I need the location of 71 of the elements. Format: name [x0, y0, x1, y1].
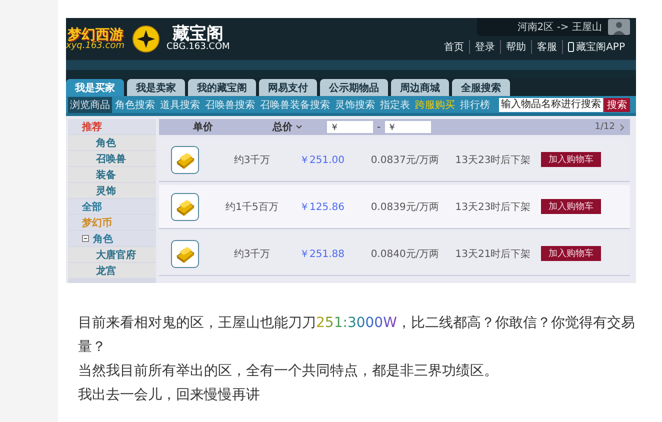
sidebar-label: 角色 [93, 232, 113, 246]
post-paragraph: 当然我目前所有举出的区，全有一个共同特点，都是非三界功绩区。 [78, 362, 499, 381]
site-url: xyq.163.com [66, 42, 124, 50]
sub-nav-link[interactable]: 召唤兽搜索 [203, 96, 257, 112]
phone-icon [568, 42, 574, 52]
search-button[interactable]: 搜索 [604, 98, 630, 112]
app-label: 藏宝阁APP [576, 40, 625, 54]
input-field[interactable]: ￥ [384, 121, 431, 133]
table-cell-text: ￥125.86 [298, 200, 346, 214]
input-field[interactable]: ￥ [327, 121, 373, 133]
table-cell-text: 约3千万 [232, 248, 272, 260]
sidebar-item[interactable]: 灵饰 [68, 183, 156, 198]
sub-nav-link[interactable]: 召唤兽装备搜索 [258, 96, 332, 112]
sub-nav-link[interactable]: 指定表 [378, 96, 412, 112]
sidebar-item[interactable]: 全部 [68, 199, 156, 214]
nav-tab[interactable]: 全服搜索 [452, 79, 510, 96]
add-to-cart-button[interactable]: 加入购物车 [541, 199, 601, 214]
sidebar-item[interactable]: 推荐 [68, 119, 156, 134]
table-cell-text: ￥251.00 [298, 154, 346, 166]
header-link[interactable]: 首页 [439, 40, 470, 54]
server-name: 河南2区 -> 王屋山 [517, 20, 602, 34]
post-paragraph: 目前来看相对鬼的区，王屋山也能刀刀251:3000W，比二线都高？你敢信？你觉得有交易量？ [78, 314, 636, 357]
site-domain: CBG.163.COM [166, 43, 230, 52]
sidebar-item[interactable]: 大唐官府 [68, 247, 156, 262]
add-to-cart-button[interactable]: 加入购物车 [541, 246, 601, 261]
header-link[interactable]: 帮助 [500, 40, 532, 54]
table-cell-text: 0.0839元/万两 [370, 200, 440, 214]
sub-nav-link[interactable]: 灵饰搜索 [333, 96, 377, 112]
sidebar-item[interactable]: 龙宫 [68, 263, 156, 278]
add-to-cart-button[interactable]: 加入购物车 [541, 152, 601, 167]
sub-nav-link[interactable]: 角色搜索 [113, 96, 157, 112]
page-counter: 1/12 [594, 122, 615, 132]
nav-tab[interactable]: 我是卖家 [127, 79, 185, 96]
avatar-icon [608, 19, 630, 35]
nav-tab[interactable]: 周边商城 [391, 79, 449, 96]
column-header[interactable]: 总价 [247, 120, 327, 134]
game-logo: 梦幻西游 [67, 28, 124, 42]
range-dash: - [377, 122, 381, 132]
post-paragraph: 我出去一会儿，回来慢慢再讲 [78, 386, 261, 405]
table-cell-text: 13天23时后下架 [454, 154, 532, 166]
caret-icon [296, 125, 302, 129]
nav-tab[interactable]: 公示期物品 [320, 79, 388, 96]
brand-name: 藏宝阁 [172, 26, 224, 43]
sub-nav-link[interactable]: 浏览商品 [68, 96, 112, 112]
table-cell-text: 13天23时后下架 [454, 200, 532, 214]
collapse-icon[interactable] [82, 235, 89, 242]
sub-nav-link[interactable]: 排行榜 [458, 96, 492, 112]
column-label: 总价 [272, 120, 292, 134]
header-link[interactable]: 客服 [531, 40, 562, 54]
ingot-icon [171, 146, 199, 174]
ingot-icon [171, 192, 199, 220]
table-cell-text: 约1千5百万 [224, 200, 280, 214]
sidebar-item[interactable]: 角色 [68, 135, 156, 150]
table-cell-text: 0.0840元/万两 [370, 248, 440, 260]
ingot-icon [171, 240, 199, 268]
column-header: 单价 [192, 120, 214, 134]
sub-nav-link[interactable]: 道具搜索 [158, 96, 202, 112]
coin-logo-icon [130, 24, 160, 54]
table-cell-text: 13天21时后下架 [454, 248, 532, 260]
search-field[interactable]: 输入物品名称进行搜索 [499, 98, 603, 112]
table-cell-text: 0.0837元/万两 [370, 154, 440, 166]
table-cell-text: ￥251.88 [298, 248, 346, 260]
header-link[interactable]: 藏宝阁APP [562, 40, 630, 54]
nav-tab[interactable]: 我的藏宝阁 [188, 79, 256, 96]
sidebar-item[interactable]: 召唤兽 [68, 151, 156, 166]
sidebar-item[interactable]: 角色 [68, 231, 156, 246]
nav-tab[interactable]: 网易支付 [259, 79, 317, 96]
table-cell-text: 约3千万 [232, 154, 272, 166]
sidebar-item[interactable]: 装备 [68, 167, 156, 182]
nav-tab[interactable]: 我是买家 [66, 79, 124, 96]
header-link[interactable]: 登录 [469, 40, 500, 54]
